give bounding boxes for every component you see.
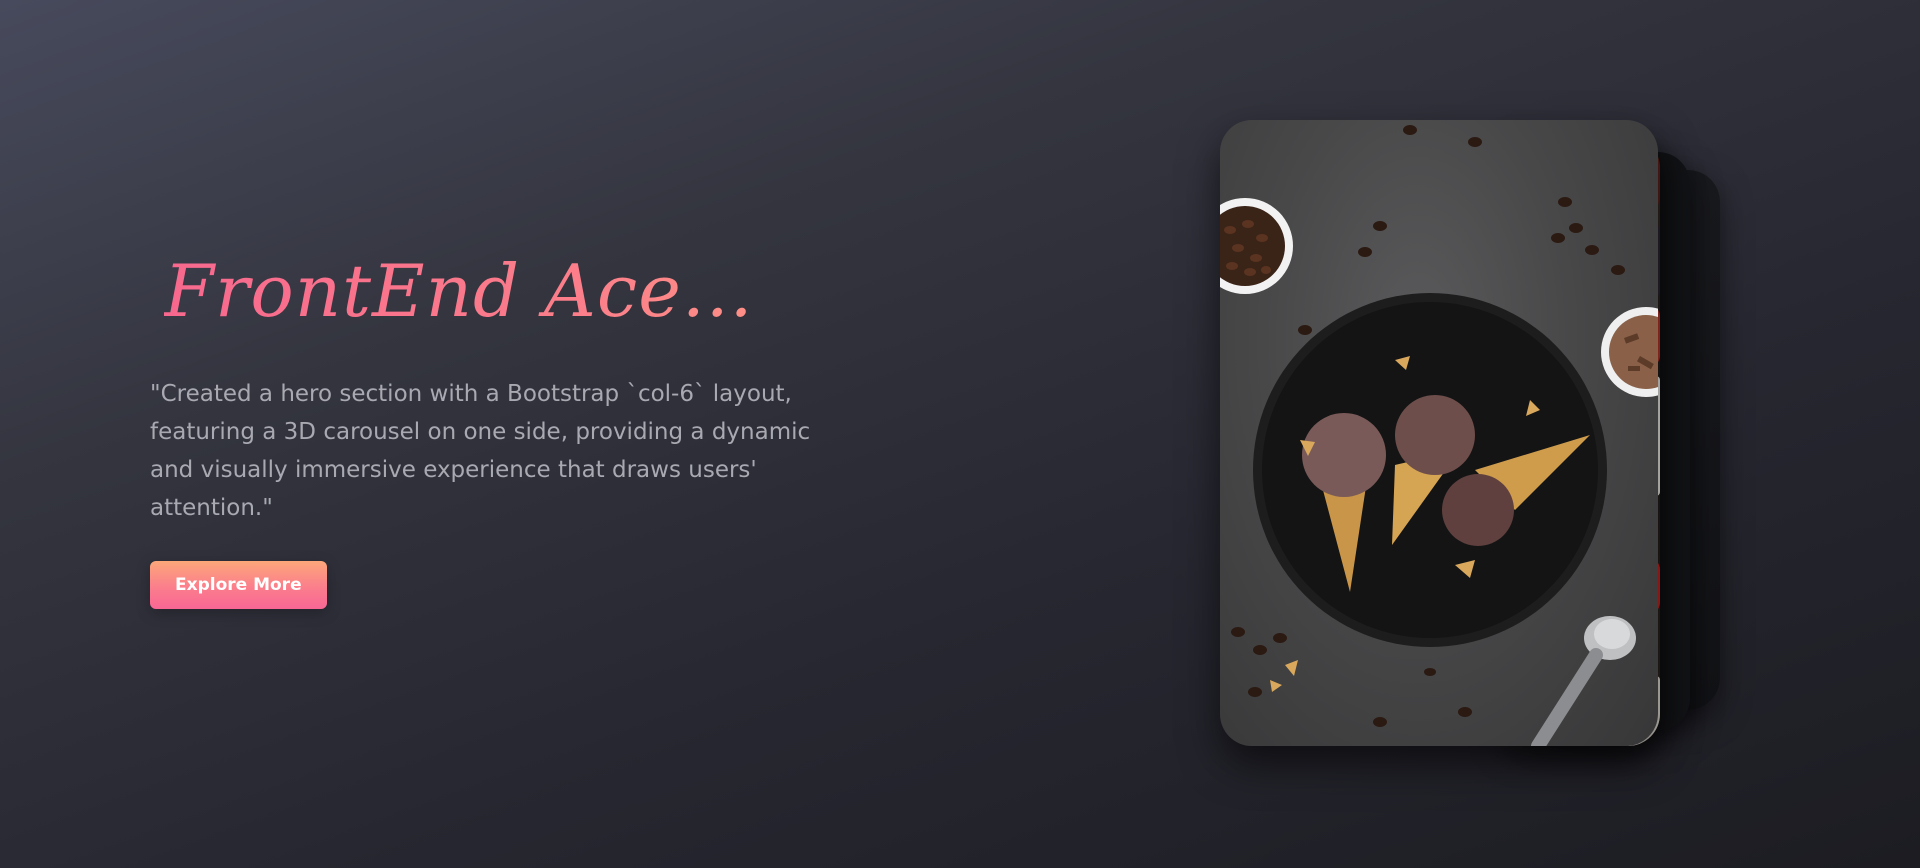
carousel-slide-active[interactable] xyxy=(1220,120,1658,746)
explore-more-button[interactable]: Explore More xyxy=(150,560,327,609)
brand-title: FrontEnd Ace... xyxy=(164,250,870,333)
ice-cream-photo xyxy=(1220,125,1658,746)
hero-description: "Created a hero section with a Bootstrap… xyxy=(150,380,811,521)
image-carousel[interactable] xyxy=(1180,100,1740,760)
hero-text-column: FrontEnd Ace... "Created a hero section … xyxy=(150,250,870,609)
